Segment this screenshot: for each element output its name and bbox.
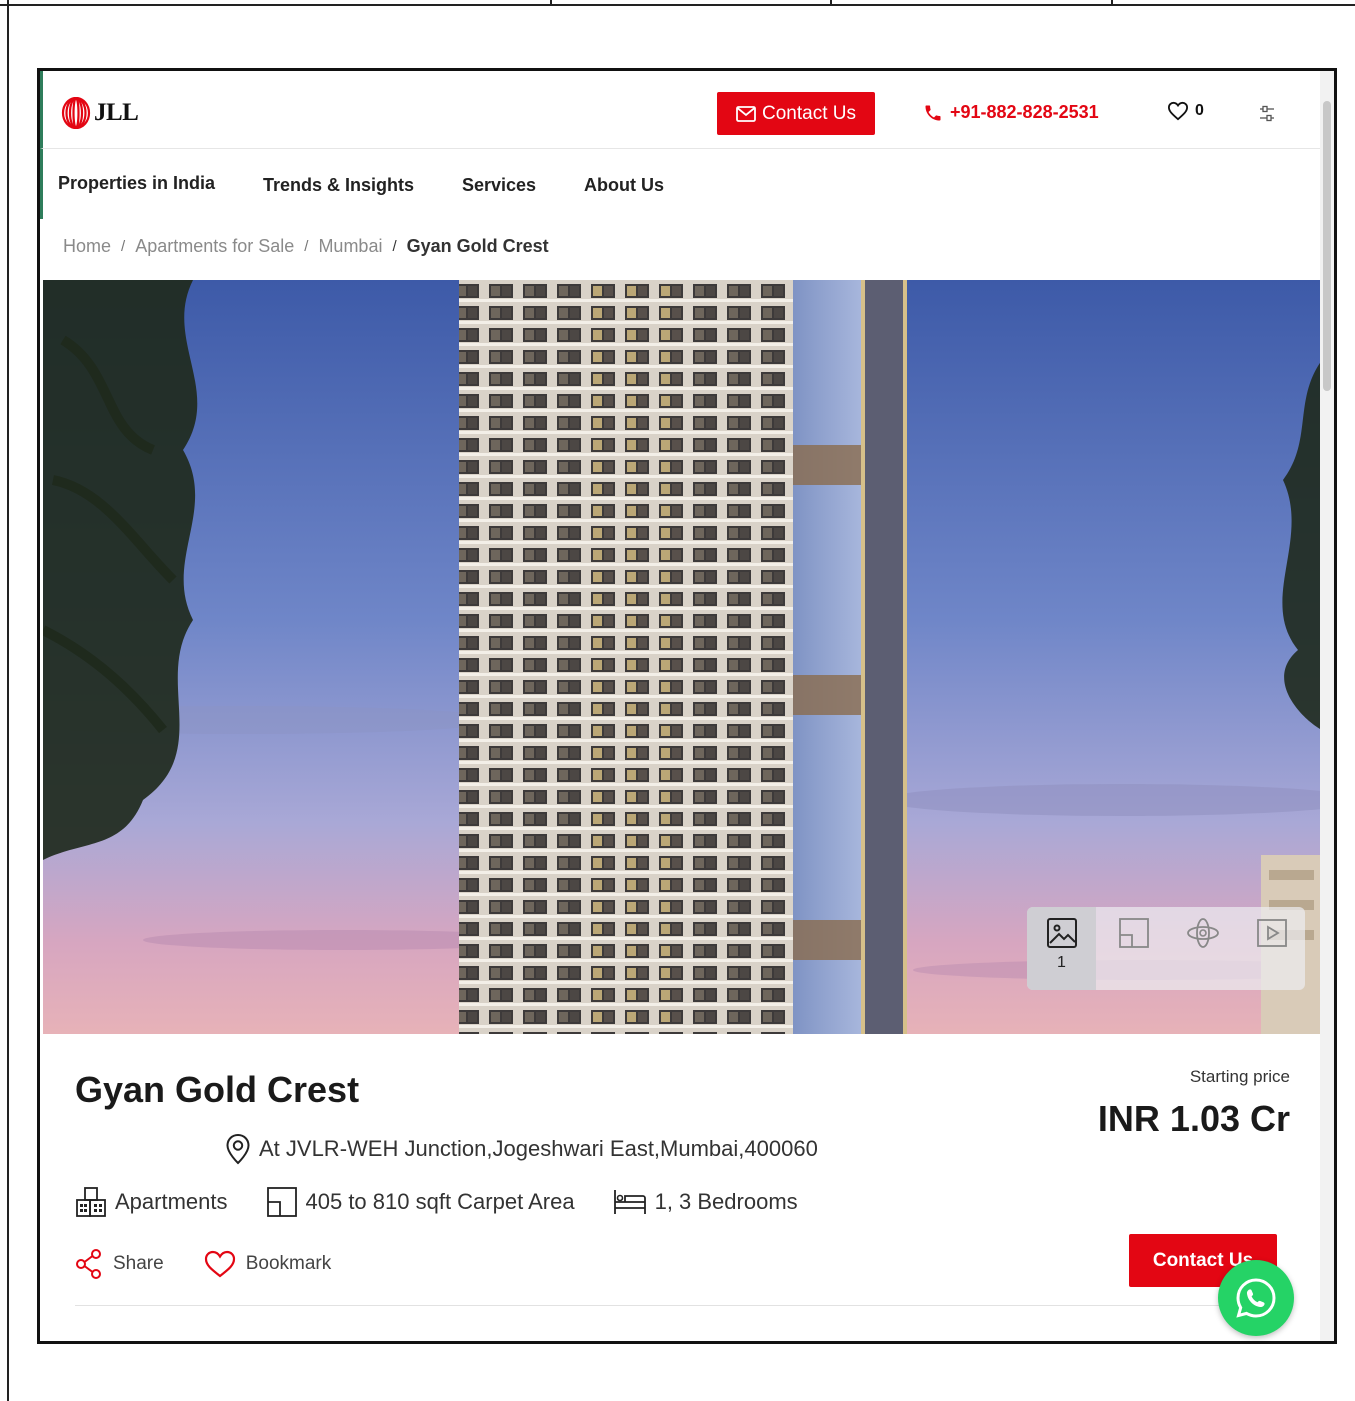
heart-icon (1167, 101, 1189, 121)
bed-icon (613, 1190, 646, 1214)
whatsapp-icon (1236, 1278, 1276, 1318)
media-switcher: 1 (1027, 907, 1305, 990)
feature-area: 405 to 810 sqft Carpet Area (266, 1186, 575, 1218)
breadcrumb-separator: / (392, 238, 397, 255)
property-actions: Share Bookmark (75, 1249, 371, 1279)
page-viewport: JLL Contact Us +91-882-828-2531 0 Proper… (40, 71, 1322, 1341)
nav-services[interactable]: Services (462, 175, 536, 196)
feature-type: Apartments (75, 1186, 228, 1218)
phone-icon (925, 105, 941, 120)
apartment-building-icon (76, 1187, 106, 1217)
breadcrumb-mumbai[interactable]: Mumbai (318, 236, 382, 257)
breadcrumb-apartments-for-sale[interactable]: Apartments for Sale (135, 236, 294, 257)
bookmark-heart-icon (204, 1250, 235, 1278)
floor-plan-icon (1118, 918, 1149, 948)
contact-us-button[interactable]: Contact Us (717, 92, 875, 135)
property-bedrooms: 1, 3 Bedrooms (654, 1189, 798, 1214)
share-icon (76, 1249, 101, 1279)
wishlist-button[interactable]: 0 (1167, 101, 1204, 121)
logo-text: JLL (94, 99, 139, 126)
main-nav: Properties in India Trends & Insights Se… (40, 149, 1322, 219)
nav-trends-insights[interactable]: Trends & Insights (263, 175, 414, 196)
site-header: JLL Contact Us +91-882-828-2531 0 (40, 71, 1322, 149)
starting-price-label: Starting price (1189, 1067, 1290, 1086)
jll-logo[interactable]: JLL (61, 97, 139, 129)
breadcrumb-separator: / (304, 238, 309, 255)
property-type: Apartments (115, 1189, 228, 1214)
page-scrollbar[interactable] (1320, 71, 1334, 1341)
jll-logo-icon (61, 97, 91, 129)
compare-button[interactable] (1256, 103, 1278, 130)
property-features: Apartments 405 to 810 sqft Carpet Area 1… (75, 1186, 836, 1218)
phone-number: +91-882-828-2531 (950, 102, 1099, 122)
property-title: Gyan Gold Crest (75, 1069, 360, 1110)
property-price: INR 1.03 Cr (1097, 1098, 1290, 1139)
image-icon (1046, 918, 1077, 948)
bookmark-button[interactable]: Bookmark (204, 1250, 332, 1278)
floor-plan-tab[interactable] (1099, 907, 1168, 990)
phone-link[interactable]: +91-882-828-2531 (923, 102, 1099, 123)
breadcrumb: Home / Apartments for Sale / Mumbai / Gy… (63, 236, 549, 257)
video-icon (1256, 919, 1287, 947)
location-pin-icon (226, 1133, 250, 1165)
image-count: 1 (1057, 954, 1066, 971)
share-label: Share (113, 1253, 164, 1274)
property-location: At JVLR-WEH Junction,Jogeshwari East,Mum… (225, 1133, 818, 1165)
property-hero-image[interactable]: 1 (43, 280, 1322, 1034)
nav-properties-in-india[interactable]: Properties in India (58, 173, 215, 194)
contact-us-label: Contact Us (762, 102, 856, 124)
breadcrumb-separator: / (121, 238, 126, 255)
browser-window: JLL Contact Us +91-882-828-2531 0 Proper… (37, 68, 1337, 1344)
property-details: Gyan Gold Crest Starting price INR 1.03 … (40, 1034, 1322, 1341)
wishlist-count: 0 (1195, 102, 1204, 119)
scrollbar-thumb[interactable] (1323, 101, 1331, 391)
property-address: At JVLR-WEH Junction,Jogeshwari East,Mum… (259, 1136, 818, 1161)
section-divider (75, 1305, 1277, 1306)
360-view-icon (1186, 918, 1219, 948)
nav-about-us[interactable]: About Us (584, 175, 664, 196)
bookmark-label: Bookmark (245, 1253, 332, 1274)
breadcrumb-current: Gyan Gold Crest (406, 236, 549, 256)
feature-bedrooms: 1, 3 Bedrooms (613, 1188, 798, 1216)
property-area: 405 to 810 sqft Carpet Area (305, 1189, 575, 1214)
share-button[interactable]: Share (75, 1249, 164, 1279)
video-tab[interactable] (1237, 907, 1306, 990)
photos-tab[interactable]: 1 (1027, 907, 1096, 990)
whatsapp-chat-button[interactable] (1218, 1260, 1294, 1336)
compare-icon (1260, 105, 1274, 122)
mail-icon (736, 105, 756, 122)
carpet-area-icon (266, 1187, 297, 1217)
breadcrumb-home[interactable]: Home (63, 236, 111, 257)
360-view-tab[interactable] (1168, 907, 1237, 990)
